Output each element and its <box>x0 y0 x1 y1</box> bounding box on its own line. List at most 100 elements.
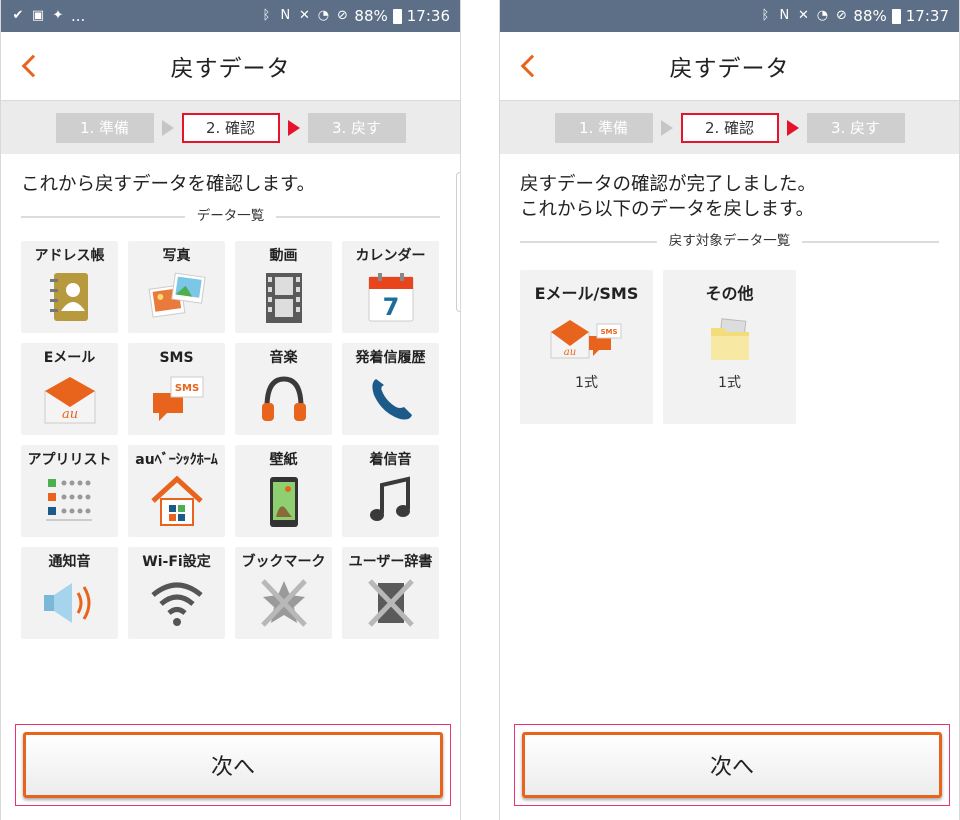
battery-level: 88% <box>354 7 388 25</box>
page-title: 戻すデータ <box>669 56 790 82</box>
status-bar: ᛒ Ν ✕ ◔ ⊘ 88% 17:37 <box>500 0 959 32</box>
tile-label: その他 <box>705 284 754 303</box>
tile-label: アプリリスト <box>27 452 112 468</box>
status-bar: ✔ ▣ ✦ ... ᛒ Ν ✕ ◔ ⊘ 88% 17:36 <box>1 0 460 32</box>
calendar-icon: 7 <box>368 273 413 322</box>
tile-email[interactable]: Eメール au <box>21 343 118 435</box>
photos-icon <box>148 272 206 318</box>
back-button[interactable] <box>516 50 544 82</box>
step-indicator: 1. 準備 2. 確認 3. 戻す <box>500 100 959 154</box>
tile-address-book[interactable]: アドレス帳 <box>21 241 118 333</box>
folder-icon <box>710 318 749 360</box>
wifi-icon <box>150 582 203 626</box>
email-icon: au <box>44 377 95 424</box>
twitter-notification-icon: ✦ <box>52 8 64 23</box>
tile-user-dictionary: ユーザー辞書 <box>342 547 439 639</box>
tile-notification-sound[interactable]: 通知音 <box>21 547 118 639</box>
dictionary-disabled-icon <box>367 579 414 627</box>
step-confirm: 2. 確認 <box>181 112 280 143</box>
tile-label: ユーザー辞書 <box>348 554 433 570</box>
notification-check-icon: ✔ <box>12 8 24 23</box>
tile-label: auﾍﾞｰｼｯｸﾎｰﾑ <box>135 452 218 468</box>
tile-ringtone[interactable]: 着信音 <box>342 445 439 537</box>
tile-au-basic-home[interactable]: auﾍﾞｰｼｯｸﾎｰﾑ <box>128 445 225 537</box>
tile-video[interactable]: 動画 <box>235 241 332 333</box>
tile-label: カレンダー <box>355 248 426 264</box>
address-book-icon <box>49 273 88 321</box>
more-notifications: ... <box>71 7 86 25</box>
back-button[interactable] <box>17 50 45 82</box>
svg-text:SMS: SMS <box>174 383 198 394</box>
left-screen: ✔ ▣ ✦ ... ᛒ Ν ✕ ◔ ⊘ 88% 17:36 戻すデータ 1. 準… <box>0 0 461 820</box>
tile-sms[interactable]: SMS SMS <box>128 343 225 435</box>
battery-icon <box>891 8 901 24</box>
wallpaper-icon <box>269 477 298 527</box>
sms-icon: SMS <box>152 376 203 421</box>
tile-label: Eメール <box>43 350 96 366</box>
music-note-icon <box>369 476 410 521</box>
tile-app-list[interactable]: アプリリスト <box>21 445 118 537</box>
svg-text:7: 7 <box>382 293 399 321</box>
next-button[interactable]: 次へ <box>522 732 942 798</box>
email-sms-icon: au SMS <box>550 320 621 359</box>
film-icon <box>265 273 302 323</box>
clock: 17:37 <box>905 7 949 25</box>
section-title: 戻す対象データ一覧 <box>656 233 803 249</box>
tile-other[interactable]: その他 1式 <box>663 270 796 424</box>
battery-icon <box>392 8 402 24</box>
speaker-icon <box>43 583 90 623</box>
nfc-icon: Ν <box>779 8 790 23</box>
app-header: 戻すデータ <box>500 32 959 100</box>
mute-icon: ✕ <box>797 8 809 23</box>
right-screen: ᛒ Ν ✕ ◔ ⊘ 88% 17:37 戻すデータ 1. 準備 2. 確認 3.… <box>499 0 960 820</box>
step-arrow-icon <box>786 119 799 136</box>
tile-email-sms[interactable]: Eメール/SMS au SMS 1式 <box>520 270 653 424</box>
step-prepare: 1. 準備 <box>554 112 653 143</box>
tile-label: アドレス帳 <box>34 248 105 264</box>
do-not-disturb-icon: ⊘ <box>336 8 348 23</box>
bluetooth-icon: ᛒ <box>262 8 271 23</box>
restore-target-grid: Eメール/SMS au SMS 1式 その他 1式 <box>500 252 959 424</box>
phone-icon <box>371 379 412 420</box>
scroll-handle[interactable] <box>456 172 460 312</box>
next-button[interactable]: 次へ <box>23 732 443 798</box>
tile-label: Wi-Fi設定 <box>142 554 211 570</box>
tile-bookmark: ブックマーク <box>235 547 332 639</box>
tile-label: 音楽 <box>269 350 298 366</box>
wifi-status-icon: ◔ <box>317 8 330 23</box>
gallery-notification-icon: ▣ <box>31 8 45 23</box>
tile-label: 発着信履歴 <box>355 350 426 366</box>
tile-music[interactable]: 音楽 <box>235 343 332 435</box>
tile-wifi-settings[interactable]: Wi-Fi設定 <box>128 547 225 639</box>
item-count: 1式 <box>718 375 741 391</box>
step-restore: 3. 戻す <box>806 112 905 143</box>
svg-text:SMS: SMS <box>600 328 617 336</box>
section-divider: データ一覧 <box>21 205 440 227</box>
tile-photos[interactable]: 写真 <box>128 241 225 333</box>
footer-highlight: 次へ <box>514 724 950 806</box>
tile-calendar[interactable]: カレンダー 7 <box>342 241 439 333</box>
app-list-icon <box>45 479 92 521</box>
confirmation-line-2: これから以下のデータを戻します。 <box>520 199 815 220</box>
tile-call-history[interactable]: 発着信履歴 <box>342 343 439 435</box>
footer-highlight: 次へ <box>15 724 451 806</box>
confirmation-line-1: 戻すデータの確認が完了しました。 <box>520 174 817 195</box>
step-indicator: 1. 準備 2. 確認 3. 戻す <box>1 100 460 154</box>
page-title: 戻すデータ <box>170 56 291 82</box>
tile-wallpaper[interactable]: 壁紙 <box>235 445 332 537</box>
bluetooth-icon: ᛒ <box>761 8 770 23</box>
tile-label: ブックマーク <box>241 554 326 570</box>
nfc-icon: Ν <box>280 8 291 23</box>
home-icon <box>150 475 203 526</box>
tile-label: 壁紙 <box>269 452 298 468</box>
do-not-disturb-icon: ⊘ <box>835 8 847 23</box>
step-confirm: 2. 確認 <box>680 112 779 143</box>
confirmation-text: 戻すデータの確認が完了しました。 これから以下のデータを戻します。 <box>500 154 959 222</box>
step-arrow-icon <box>287 119 300 136</box>
section-title: データ一覧 <box>184 208 277 224</box>
app-header: 戻すデータ <box>1 32 460 100</box>
tile-label: 着信音 <box>369 452 412 468</box>
step-arrow-icon <box>161 119 174 136</box>
step-restore: 3. 戻す <box>307 112 406 143</box>
mute-icon: ✕ <box>298 8 310 23</box>
